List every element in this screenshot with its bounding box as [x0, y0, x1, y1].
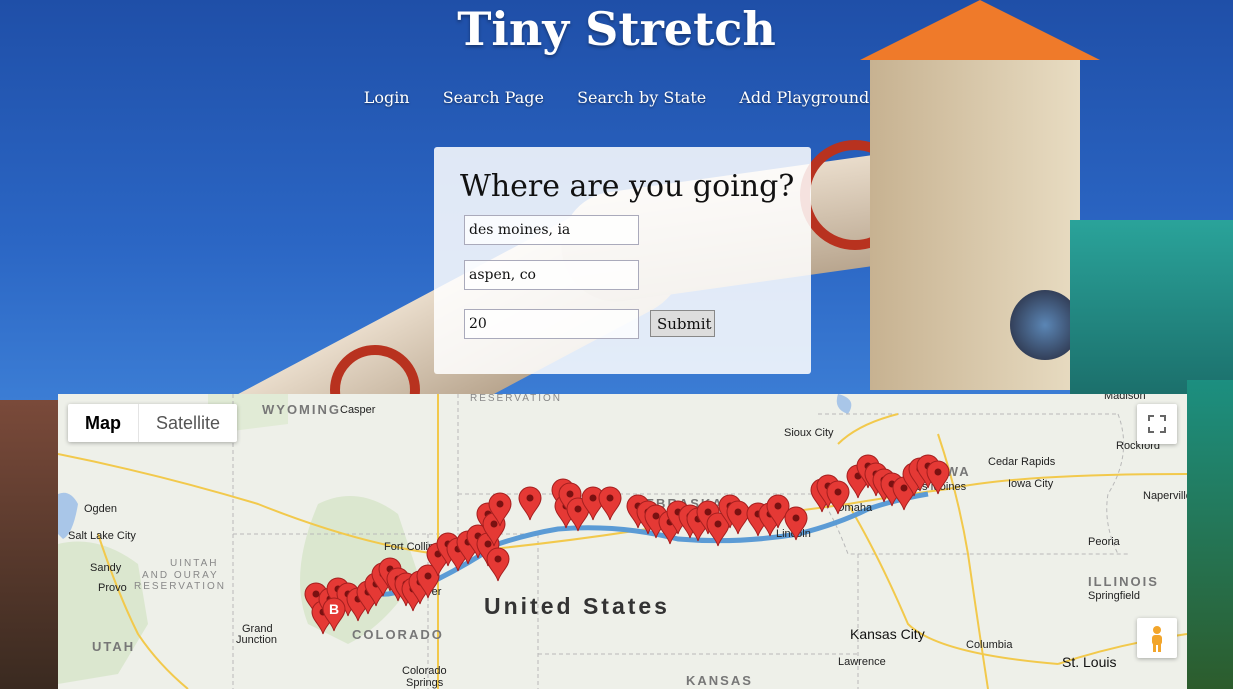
map-marker[interactable]: [784, 506, 808, 541]
map-type-satellite-button[interactable]: Satellite: [139, 404, 237, 442]
end-marker-label: B: [329, 601, 339, 617]
nav-search-page[interactable]: Search Page: [443, 88, 544, 107]
map-marker[interactable]: [926, 460, 950, 495]
map-marker[interactable]: [486, 547, 510, 582]
map-marker[interactable]: [826, 480, 850, 515]
route-map[interactable]: WYOMING Casper RESERVATION Sioux City Ma…: [58, 394, 1187, 689]
map-marker[interactable]: [726, 500, 750, 535]
main-nav: Login Search Page Search by State Add Pl…: [0, 88, 1233, 107]
nav-search-by-state[interactable]: Search by State: [577, 88, 706, 107]
destination-input[interactable]: [464, 260, 639, 290]
map-type-map-button[interactable]: Map: [68, 404, 139, 442]
site-title: Tiny Stretch: [457, 2, 776, 56]
left-edge-photo: [0, 400, 58, 689]
street-view-pegman[interactable]: [1137, 618, 1177, 658]
map-marker[interactable]: [518, 486, 542, 521]
green-structure: [1070, 220, 1233, 400]
right-edge-photo: [1187, 380, 1233, 689]
form-heading: Where are you going?: [460, 169, 795, 204]
fullscreen-icon: [1148, 415, 1166, 433]
distance-input[interactable]: [464, 309, 639, 339]
map-marker[interactable]: [598, 486, 622, 521]
submit-button[interactable]: Submit: [650, 310, 715, 337]
map-type-control: Map Satellite: [68, 404, 238, 442]
origin-input[interactable]: [464, 215, 639, 245]
fullscreen-button[interactable]: [1137, 404, 1177, 444]
pegman-icon: [1152, 626, 1162, 652]
nav-add-playground[interactable]: Add Playground: [739, 88, 869, 107]
nav-login[interactable]: Login: [364, 88, 410, 107]
search-form: Where are you going? Submit: [434, 147, 811, 374]
